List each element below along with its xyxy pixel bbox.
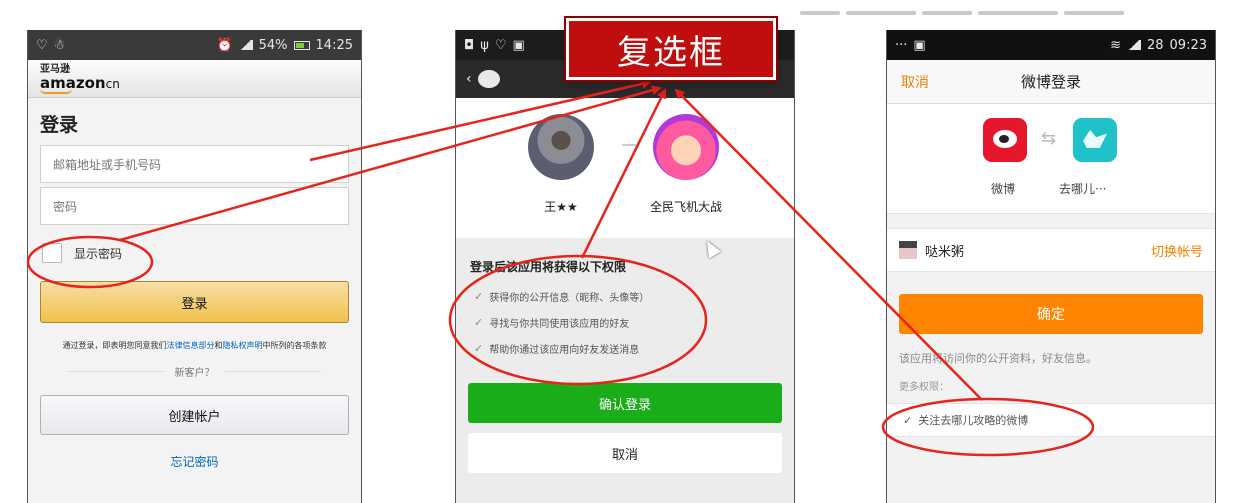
signal-icon xyxy=(1126,40,1141,50)
alarm-icon: ⏰ xyxy=(216,37,233,53)
battery-icon xyxy=(293,40,310,50)
sync-icon: ♡ xyxy=(494,37,507,53)
cropped-header-text xyxy=(800,0,1180,15)
access-info: 该应用将访问你的公开资料，好友信息。 xyxy=(899,352,1097,365)
amazon-logo: amazoncn xyxy=(40,74,120,92)
message-icon: ▣ xyxy=(913,37,926,53)
show-password-checkbox[interactable] xyxy=(42,243,62,263)
battery-level: 28 xyxy=(1146,37,1164,53)
show-password-row[interactable]: 显示密码 xyxy=(28,225,361,275)
confirm-login-button[interactable]: 确认登录 xyxy=(468,383,782,423)
privacy-link[interactable]: 隐私权声明 xyxy=(223,341,263,350)
check-icon: ✓ xyxy=(474,315,484,329)
terms-text: 通过登录，即表明您同意我们法律信息部分和隐私权声明中所列的各项条款 xyxy=(62,341,327,350)
more-permissions-label: 更多权限： xyxy=(899,382,949,393)
check-icon[interactable]: ✓ xyxy=(903,414,912,427)
follow-checkbox-row[interactable]: ✓ 关注去哪儿攻略的微博 xyxy=(887,403,1215,437)
game-app-icon xyxy=(653,114,719,180)
avatar xyxy=(899,241,917,259)
permission-item[interactable]: ✓ 获得你的公开信息（昵称、头像等） xyxy=(456,283,794,309)
slide: ♡ ☃ ⏰ 54% 14:25 亚马逊 amazoncn 登录 邮箱地址或手机号码… xyxy=(0,0,1233,503)
switch-account-link[interactable]: 切换帐号 xyxy=(1151,241,1203,260)
app1-label: 微博 xyxy=(991,182,1016,196)
new-customer-divider: 新客户？ xyxy=(68,364,321,379)
notification-icon: ◘ xyxy=(464,37,475,53)
user-name: 王★★ xyxy=(544,200,578,214)
annotation-label: 复选框 xyxy=(566,18,776,80)
cancel-button[interactable]: 取消 xyxy=(468,433,782,473)
legal-link[interactable]: 法律信息部分 xyxy=(167,341,215,350)
account-row: 哒米粥 切换帐号 xyxy=(887,228,1215,272)
check-icon: ✓ xyxy=(474,289,484,303)
weibo-login-screen: ··· ▣ ≋ 28 09:23 取消 微博登录 ⇆ 微博 去哪儿··· 哒米粥 … xyxy=(886,30,1216,503)
weibo-app-icon xyxy=(983,118,1027,162)
clock: 09:23 xyxy=(1169,37,1207,53)
create-account-button[interactable]: 创建帐户 xyxy=(40,395,349,435)
status-bar: ♡ ☃ ⏰ 54% 14:25 xyxy=(28,30,361,60)
clock: 14:25 xyxy=(315,37,353,53)
nav-title: 微博登录 xyxy=(1020,73,1081,91)
app-link-panel: ⇆ 微博 去哪儿··· xyxy=(887,104,1215,214)
usb-icon: ψ xyxy=(480,37,489,53)
wechat-logo-icon xyxy=(477,70,500,88)
link-connector xyxy=(622,144,636,146)
sync-icon: ♡ xyxy=(36,37,48,53)
check-icon: ✓ xyxy=(474,341,484,355)
battery-percent: 54% xyxy=(258,37,288,53)
user-avatar xyxy=(528,114,594,180)
app2-label: 去哪儿··· xyxy=(1059,182,1107,196)
nav-cancel-button[interactable]: 取消 xyxy=(901,72,929,92)
amazon-login-screen: ♡ ☃ ⏰ 54% 14:25 亚马逊 amazoncn 登录 邮箱地址或手机号码… xyxy=(27,30,362,503)
qunar-app-icon xyxy=(1073,118,1117,162)
exchange-arrows-icon: ⇆ xyxy=(1041,128,1057,149)
android-icon: ☃ xyxy=(53,37,66,53)
status-bar: ··· ▣ ≋ 28 09:23 xyxy=(887,30,1215,60)
permissions-title: 登录后该应用将获得以下权限 xyxy=(470,260,627,274)
image-icon: ▣ xyxy=(512,37,525,53)
permission-item[interactable]: ✓ 帮助你通过该应用向好友发送消息 xyxy=(456,335,794,361)
more-icon: ··· xyxy=(895,37,908,53)
login-button[interactable]: 登录 xyxy=(40,281,349,323)
app-name: 全民飞机大战 xyxy=(649,200,722,214)
page-title: 登录 xyxy=(40,114,79,136)
email-field[interactable]: 邮箱地址或手机号码 xyxy=(40,145,349,183)
wechat-authorize-screen: ◘ ψ ♡ ▣ ‹ 王★★ 全民飞机大战 登录后该应用将获得以下权限 ✓ 获得你的… xyxy=(455,30,795,503)
account-name: 哒米粥 xyxy=(925,244,965,260)
permission-item[interactable]: ✓ 寻找与你共同使用该应用的好友 xyxy=(456,309,794,335)
password-field[interactable]: 密码 xyxy=(40,187,349,225)
follow-label: 关注去哪儿攻略的微博 xyxy=(918,414,1029,427)
weibo-navbar: 取消 微博登录 xyxy=(887,60,1215,104)
forgot-password-link[interactable]: 忘记密码 xyxy=(28,453,361,470)
confirm-button[interactable]: 确定 xyxy=(899,294,1203,334)
signal-icon xyxy=(238,40,253,50)
app-link-hero: 王★★ 全民飞机大战 xyxy=(456,98,794,238)
amazon-header: 亚马逊 amazoncn xyxy=(28,60,361,98)
back-icon[interactable]: ‹ xyxy=(466,71,472,87)
wifi-icon: ≋ xyxy=(1110,37,1121,53)
show-password-label: 显示密码 xyxy=(74,246,123,261)
